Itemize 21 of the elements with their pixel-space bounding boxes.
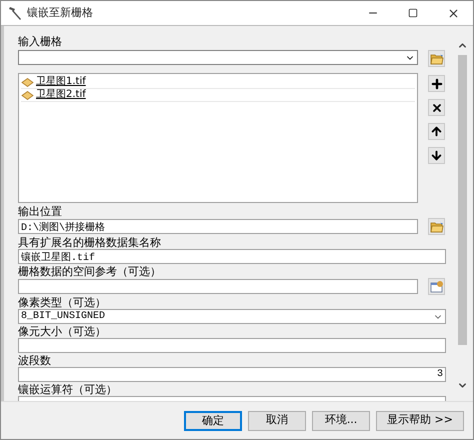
field-label: 镶嵌运算符（可选） <box>18 383 117 396</box>
field-label: 像素类型（可选） <box>18 296 106 309</box>
list-item-label: 卫星图1.tif <box>36 76 86 88</box>
field-label: 输入栅格 <box>18 35 62 49</box>
list-item-label: 卫星图2.tif <box>36 89 86 101</box>
field-label: 输出位置 <box>18 205 62 218</box>
window-title: 镶嵌至新栅格 <box>27 4 93 21</box>
field-label: 具有扩展名的栅格数据集名称 <box>18 236 161 249</box>
dropdown-field[interactable]: 8_BIT_UNSIGNED <box>18 309 446 324</box>
dialog-button[interactable]: 确定 <box>184 410 242 430</box>
list-item[interactable]: 卫星图2.tif <box>21 89 415 102</box>
list-item[interactable]: 卫星图1.tif <box>21 76 415 89</box>
input-field[interactable]: D:\测图\拼接栅格 <box>18 219 418 234</box>
input-field[interactable]: 镶嵌卫星图.tif <box>18 249 446 264</box>
dialog-button[interactable]: 取消 <box>248 410 306 430</box>
dialog-button[interactable]: 环境... <box>312 410 370 430</box>
field-label: 栅格数据的空间参考（可选） <box>18 265 161 278</box>
dialog-button[interactable]: 显示帮助 >> <box>376 410 464 430</box>
input-field[interactable]: 3 <box>18 367 446 382</box>
field-label: 波段数 <box>18 354 51 367</box>
field-label: 像元大小（可选） <box>18 325 106 338</box>
